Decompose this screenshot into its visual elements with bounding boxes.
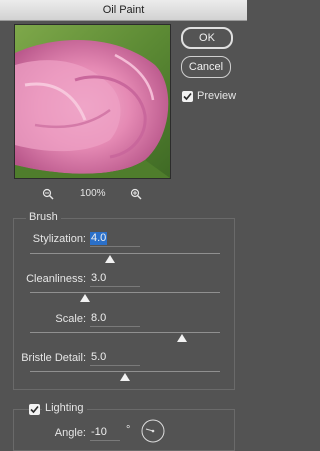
bristle-detail-underline <box>90 365 140 366</box>
lighting-group-title: Lighting <box>42 402 87 414</box>
cleanliness-value[interactable]: 3.0 <box>91 272 106 285</box>
angle-label: Angle: <box>54 427 86 439</box>
stylization-slider-thumb[interactable] <box>104 255 115 263</box>
checkmark-icon <box>183 92 192 101</box>
bristle-detail-value[interactable]: 5.0 <box>91 351 106 364</box>
preview-image[interactable] <box>14 24 171 179</box>
angle-unit: ° <box>126 424 131 436</box>
angle-dial-icon <box>141 419 165 443</box>
zoom-level: 100% <box>80 188 106 199</box>
bristle-detail-slider-track[interactable] <box>30 371 220 372</box>
scale-label: Scale: <box>55 313 86 325</box>
cleanliness-slider-thumb[interactable] <box>80 294 91 302</box>
scale-slider-thumb[interactable] <box>177 334 187 342</box>
checkmark-icon <box>30 405 39 414</box>
scale-slider-track[interactable] <box>30 332 220 333</box>
zoom-in-icon[interactable] <box>130 187 142 205</box>
scale-underline <box>90 326 140 327</box>
brush-group-title: Brush <box>26 211 61 223</box>
bristle-detail-slider-thumb[interactable] <box>120 373 130 381</box>
cleanliness-underline <box>90 286 140 287</box>
angle-value[interactable]: -10 <box>91 426 107 439</box>
dialog-title: Oil Paint <box>0 0 247 21</box>
angle-dial[interactable] <box>140 418 166 449</box>
stylization-label: Stylization: <box>32 233 86 245</box>
stylization-value[interactable]: 4.0 <box>90 232 108 245</box>
ok-button[interactable]: OK <box>181 27 233 49</box>
cancel-button[interactable]: Cancel <box>181 56 231 78</box>
preview-checkbox[interactable] <box>182 91 193 102</box>
lighting-checkbox[interactable] <box>29 404 40 415</box>
preview-artwork <box>15 25 170 178</box>
oil-paint-dialog: Oil Paint OK Cancel Preview 100% Brush S… <box>0 0 247 451</box>
stylization-slider-track[interactable] <box>30 253 220 254</box>
cleanliness-slider-track[interactable] <box>30 292 220 293</box>
preview-label: Preview <box>197 90 237 102</box>
stylization-underline <box>90 246 140 247</box>
bristle-detail-label: Bristle Detail: <box>21 352 86 364</box>
cleanliness-label: Cleanliness: <box>26 273 86 285</box>
angle-underline <box>90 440 120 441</box>
scale-value[interactable]: 8.0 <box>91 312 106 325</box>
zoom-out-icon[interactable] <box>42 187 54 205</box>
